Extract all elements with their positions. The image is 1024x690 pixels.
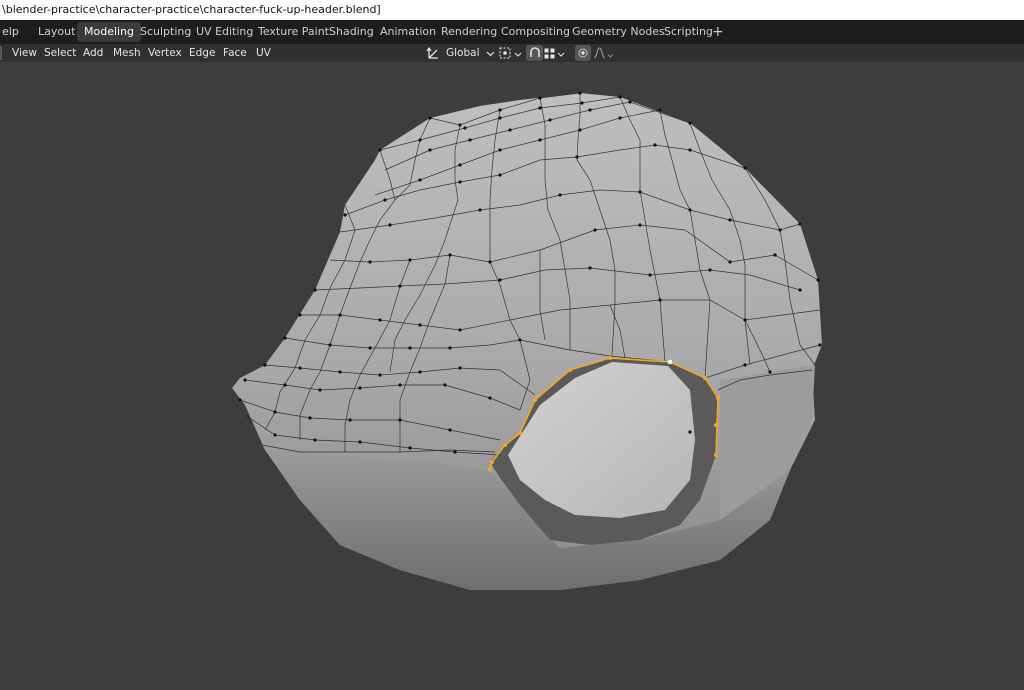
- menu-mesh[interactable]: Mesh: [113, 44, 141, 62]
- pivot-point-dropdown[interactable]: [498, 45, 522, 61]
- snap-target-dropdown[interactable]: [543, 45, 565, 61]
- chevron-down-icon: [607, 50, 614, 58]
- snap-toggle-button[interactable]: [526, 45, 543, 61]
- window-title-bar: \blender-practice\character-practice\cha…: [0, 0, 1024, 20]
- menu-uv[interactable]: UV: [256, 44, 271, 62]
- transform-orientation-dropdown[interactable]: Global: [426, 45, 495, 61]
- tab-uv-editing[interactable]: UV Editing: [189, 22, 260, 42]
- add-workspace-button[interactable]: +: [712, 22, 724, 42]
- top-bar: elp Layout Modeling Sculpting UV Editing…: [0, 20, 1024, 44]
- proportional-controls: [575, 45, 615, 61]
- file-path-title: \blender-practice\character-practice\cha…: [2, 3, 381, 16]
- tab-modeling[interactable]: Modeling: [77, 22, 142, 42]
- menu-face[interactable]: Face: [223, 44, 247, 62]
- menu-vertex[interactable]: Vertex: [148, 44, 182, 62]
- orientation-label: Global: [446, 47, 480, 59]
- snap-increment-icon: [544, 48, 555, 59]
- snap-controls: [526, 45, 565, 61]
- tab-layout[interactable]: Layout: [31, 22, 82, 42]
- tab-shading[interactable]: Shading: [322, 22, 381, 42]
- tab-animation[interactable]: Animation: [373, 22, 443, 42]
- proportional-edit-icon: [578, 48, 588, 58]
- pivot-point-icon: [498, 46, 512, 60]
- falloff-dropdown[interactable]: [591, 45, 615, 61]
- 3d-viewport[interactable]: [0, 62, 1024, 686]
- active-vertex: [667, 359, 673, 365]
- proportional-edit-button[interactable]: [575, 45, 591, 61]
- menu-add[interactable]: Add: [83, 44, 103, 62]
- chevron-down-icon: [514, 49, 522, 57]
- transform-orientation-icon: [426, 45, 442, 61]
- header-grip[interactable]: [0, 46, 2, 60]
- help-menu[interactable]: elp: [0, 20, 19, 44]
- mesh-model: [232, 91, 822, 590]
- tab-geometry-nodes[interactable]: Geometry Nodes: [565, 22, 672, 42]
- menu-edge[interactable]: Edge: [189, 44, 215, 62]
- viewport-header: View Select Add Mesh Vertex Edge Face UV…: [0, 44, 1024, 62]
- chevron-down-icon: [486, 49, 495, 58]
- tab-scripting[interactable]: Scripting: [657, 22, 720, 42]
- snap-magnet-icon: [529, 47, 541, 59]
- chevron-down-icon: [557, 49, 565, 57]
- falloff-curve-icon: [593, 47, 606, 59]
- menu-view[interactable]: View: [12, 44, 37, 62]
- menu-select[interactable]: Select: [44, 44, 76, 62]
